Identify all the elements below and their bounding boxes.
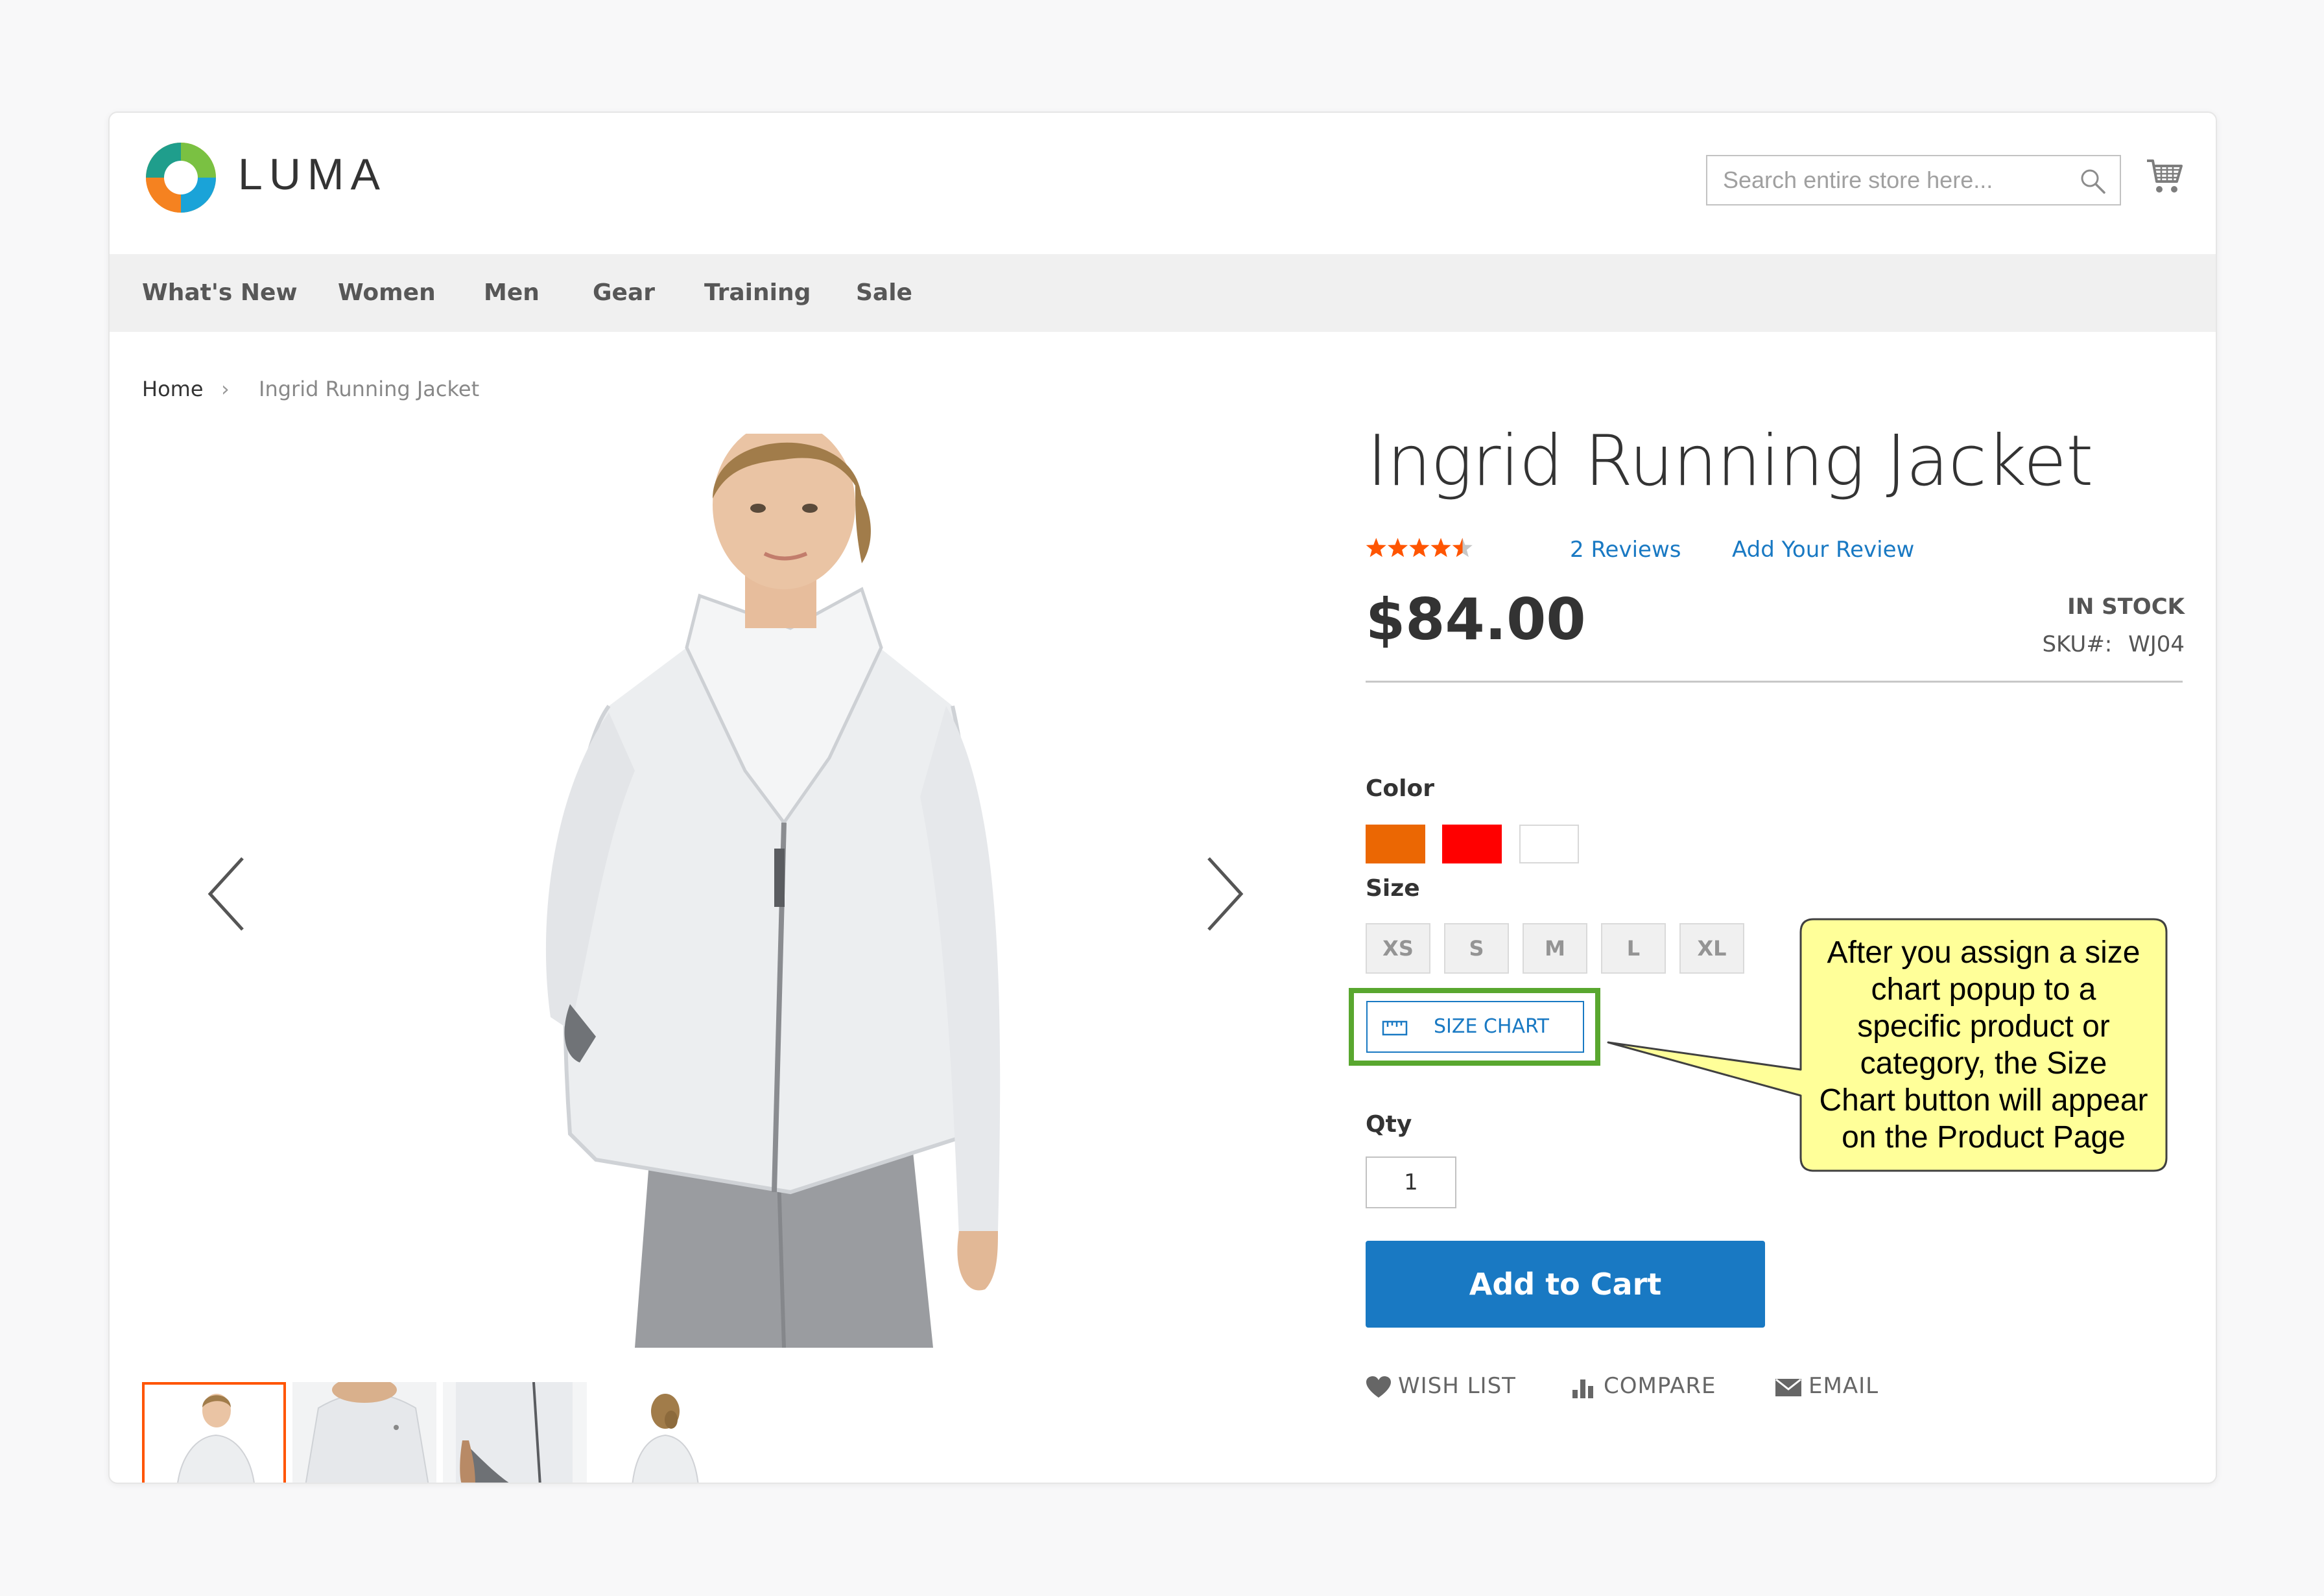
size-option-l[interactable]: L [1601,923,1666,974]
previous-image-arrow-icon[interactable] [200,852,252,936]
color-swatch-orange[interactable] [1366,825,1425,863]
main-product-image[interactable] [440,434,1167,1348]
search-box[interactable] [1706,155,2121,205]
sku-label: SKU#: [2042,631,2113,657]
thumbnail-back-image [632,1394,699,1483]
breadcrumb-current: Ingrid Running Jacket [259,377,480,401]
nav-item-training[interactable]: Training [704,254,811,332]
compare-bars-icon [1572,1379,1593,1398]
add-review-link[interactable]: Add Your Review [1732,537,1914,563]
size-option-xs[interactable]: XS [1366,923,1430,974]
thumbnail-collar-detail[interactable] [292,1382,436,1483]
product-title: Ingrid Running Jacket [1367,421,2093,502]
stock-status: IN STOCK [2067,594,2185,620]
color-swatch-white[interactable] [1519,825,1579,863]
shopping-cart-icon[interactable] [2146,157,2183,196]
nav-item-sale[interactable]: Sale [856,254,912,332]
search-input[interactable] [1707,156,2060,204]
wish-list-link[interactable]: WISH LIST [1366,1373,1516,1405]
size-option-xl[interactable]: XL [1679,923,1744,974]
ruler-icon [1382,1020,1408,1036]
breadcrumb-separator-icon: › [221,377,230,401]
sku-value: WJ04 [2128,631,2185,657]
wish-list-label: WISH LIST [1398,1373,1516,1399]
reviews-link[interactable]: 2 Reviews [1570,537,1681,563]
brand-name[interactable]: LUMA [238,149,386,200]
thumbnail-sleeve-detail[interactable] [443,1382,587,1483]
email-link[interactable]: EMAIL [1775,1373,1879,1405]
callout-line: Chart button will appear [1819,1083,2148,1118]
nav-item-whats-new[interactable]: What's New [142,254,298,332]
thumbnail-sleeve-image [443,1382,587,1483]
product-page-card: LUMA What's New Women Men Gear Training … [108,111,2217,1484]
add-to-cart-button[interactable]: Add to Cart [1366,1241,1765,1328]
thumbnail-front-image [177,1394,255,1483]
price-divider [1366,681,2183,683]
color-swatch-red[interactable] [1442,825,1502,863]
nav-item-women[interactable]: Women [338,254,436,332]
callout-line: category, the Size [1860,1046,2107,1081]
qty-input[interactable] [1366,1156,1456,1208]
size-label: Size [1366,875,1420,902]
callout-line: chart popup to a [1871,972,2096,1007]
size-option-s[interactable]: S [1444,923,1509,974]
size-option-m[interactable]: M [1523,923,1587,974]
nav-item-men[interactable]: Men [484,254,540,332]
thumbnail-back[interactable] [593,1382,737,1483]
compare-link[interactable]: COMPARE [1571,1373,1716,1405]
envelope-icon [1775,1378,1801,1396]
search-icon[interactable] [2078,167,2107,195]
callout-line: specific product or [1857,1009,2110,1044]
callout-line: After you assign a size [1827,935,2140,970]
annotation-callout-text: After you assign a size chart popup to a… [1801,924,2166,1164]
thumbnail-front[interactable] [142,1382,286,1483]
size-chart-button[interactable]: SIZE CHART [1366,1001,1584,1053]
color-label: Color [1366,775,1434,802]
sku-line: SKU#: WJ04 [2042,631,2185,657]
email-label: EMAIL [1808,1373,1879,1399]
callout-line: on the Product Page [1842,1120,2126,1155]
breadcrumb-home[interactable]: Home [142,376,204,402]
thumbnail-collar-image [292,1382,436,1483]
compare-label: COMPARE [1604,1373,1716,1399]
main-navigation: What's New Women Men Gear Training Sale [110,254,2216,332]
nav-item-gear[interactable]: Gear [593,254,655,332]
rating-stars-icon[interactable] [1366,533,1476,564]
product-price: $84.00 [1366,586,1586,653]
next-image-arrow-icon[interactable] [1199,852,1251,936]
size-chart-label: SIZE CHART [1434,1015,1549,1038]
luma-logo-icon[interactable] [142,139,220,217]
heart-icon [1366,1376,1391,1398]
qty-label: Qty [1366,1111,1412,1138]
